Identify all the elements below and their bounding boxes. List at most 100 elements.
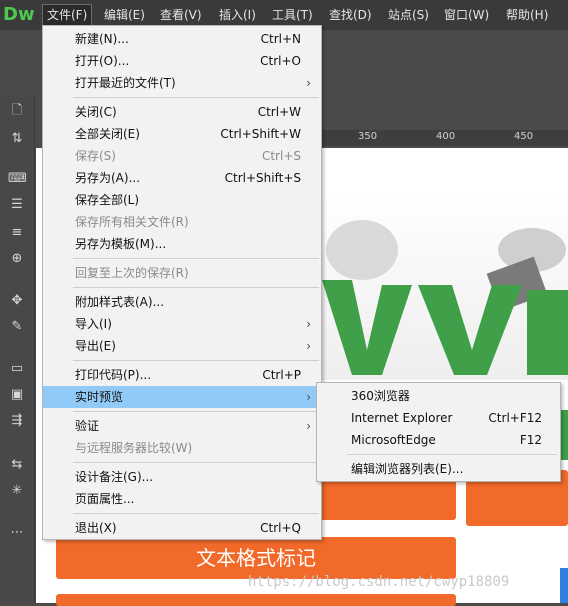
- menu-file[interactable]: 文件(F): [42, 4, 93, 26]
- ruler-tick: 350: [358, 131, 378, 142]
- menu-item-export[interactable]: 导出(E) ›: [43, 335, 321, 357]
- menu-item-compare-remote[interactable]: 与远程服务器比较(W): [43, 437, 321, 459]
- submenu-item-shortcut: Ctrl+F12: [488, 411, 542, 425]
- menu-item-label: 回复至上次的保存(R): [75, 266, 189, 280]
- menu-separator: [73, 411, 319, 412]
- menu-edit[interactable]: 编辑(E): [104, 5, 145, 25]
- preview-browser-submenu: 360浏览器 Internet Explorer Ctrl+F12 Micros…: [316, 382, 561, 482]
- menu-item-save-all[interactable]: 保存全部(L): [43, 189, 321, 211]
- menu-item-design-notes[interactable]: 设计备注(G)...: [43, 466, 321, 488]
- menu-item-label: 另存为(A)...: [75, 171, 141, 185]
- watermark: https://blog.csdn.net/cwyp18809: [248, 574, 510, 590]
- asterisk-icon[interactable]: ✳: [8, 482, 26, 500]
- menu-item-label: 保存所有相关文件(R): [75, 215, 189, 229]
- menu-item-attach-stylesheet[interactable]: 附加样式表(A)...: [43, 291, 321, 313]
- menu-item-open[interactable]: 打开(O)... Ctrl+O: [43, 50, 321, 72]
- menu-separator: [347, 454, 557, 455]
- submenu-item-label: 编辑浏览器列表(E)...: [351, 462, 464, 476]
- menu-item-validate[interactable]: 验证 ›: [43, 415, 321, 437]
- menu-item-shortcut: Ctrl+Shift+W: [220, 127, 301, 141]
- menu-item-label: 保存全部(L): [75, 193, 140, 207]
- menu-item-new[interactable]: 新建(N)... Ctrl+N: [43, 28, 321, 50]
- menu-item-page-properties[interactable]: 页面属性...: [43, 488, 321, 510]
- menu-item-shortcut: Ctrl+P: [262, 368, 301, 382]
- menu-find[interactable]: 查找(D): [329, 5, 372, 25]
- menu-item-shortcut: Ctrl+Shift+S: [224, 171, 301, 185]
- menu-help[interactable]: 帮助(H): [506, 5, 548, 25]
- submenu-arrow-icon: ›: [306, 76, 311, 90]
- menu-item-label: 关闭(C): [75, 105, 117, 119]
- menu-item-save-all-related[interactable]: 保存所有相关文件(R): [43, 211, 321, 233]
- submenu-item-internet-explorer[interactable]: Internet Explorer Ctrl+F12: [317, 407, 560, 429]
- submenu-arrow-icon: ›: [306, 390, 311, 404]
- orange-button-block: [56, 594, 456, 606]
- menu-item-label: 打开(O)...: [75, 54, 130, 68]
- submenu-arrow-icon: ›: [306, 317, 311, 331]
- menu-item-label: 打印代码(P)...: [75, 368, 152, 382]
- snippet-icon[interactable]: ▣: [8, 386, 26, 404]
- menu-item-label: 退出(X): [75, 521, 117, 535]
- menu-separator: [73, 258, 319, 259]
- menu-separator: [73, 287, 319, 288]
- menu-item-revert[interactable]: 回复至上次的保存(R): [43, 262, 321, 284]
- menu-item-label: 附加样式表(A)...: [75, 295, 165, 309]
- brush-icon[interactable]: ✎: [8, 318, 26, 336]
- menu-item-label: 全部关闭(E): [75, 127, 140, 141]
- submenu-item-label: 360浏览器: [351, 389, 410, 403]
- submenu-item-edit-browser-list[interactable]: 编辑浏览器列表(E)...: [317, 458, 560, 480]
- menu-separator: [73, 360, 319, 361]
- file-icon[interactable]: 🗋: [8, 102, 26, 120]
- menu-item-label: 导出(E): [75, 339, 116, 353]
- submenu-item-label: MicrosoftEdge: [351, 433, 436, 447]
- menu-item-label: 另存为模板(M)...: [75, 237, 167, 251]
- menu-item-label: 保存(S): [75, 149, 116, 163]
- menu-item-shortcut: Ctrl+Q: [260, 521, 301, 535]
- menu-view[interactable]: 查看(V): [160, 5, 202, 25]
- dreamweaver-logo: Dw: [3, 4, 35, 25]
- we-3d-figures-image: [322, 220, 568, 375]
- menu-item-label: 设计备注(G)...: [75, 470, 154, 484]
- indent-icon[interactable]: ≡: [8, 224, 26, 242]
- menu-item-save-as[interactable]: 另存为(A)... Ctrl+Shift+S: [43, 167, 321, 189]
- code-view-icon[interactable]: ⌨: [8, 170, 27, 188]
- submenu-item-label: Internet Explorer: [351, 411, 453, 425]
- hero-image: [322, 190, 568, 380]
- menu-item-open-recent[interactable]: 打开最近的文件(T) ›: [43, 72, 321, 94]
- align-icon[interactable]: ⇶: [8, 412, 26, 430]
- menu-item-print-code[interactable]: 打印代码(P)... Ctrl+P: [43, 364, 321, 386]
- menu-separator: [73, 97, 319, 98]
- crosshair-icon[interactable]: ⊕: [8, 250, 26, 268]
- menu-item-realtime-preview[interactable]: 实时预览 ›: [43, 386, 321, 408]
- menu-item-close-all[interactable]: 全部关闭(E) Ctrl+Shift+W: [43, 123, 321, 145]
- menu-tools[interactable]: 工具(T): [272, 5, 313, 25]
- blue-edge-block: [560, 568, 568, 603]
- menu-item-save[interactable]: 保存(S) Ctrl+S: [43, 145, 321, 167]
- more-icon[interactable]: ⋯: [8, 524, 26, 542]
- format-icon[interactable]: ⇆: [8, 456, 26, 474]
- horizontal-ruler: 350 400 450: [322, 130, 568, 146]
- sort-icon[interactable]: ⇅: [8, 130, 26, 148]
- menu-item-label: 新建(N)...: [75, 32, 129, 46]
- document-list-icon[interactable]: ☰: [8, 196, 26, 214]
- move-icon[interactable]: ✥: [8, 292, 26, 310]
- menu-window[interactable]: 窗口(W): [444, 5, 489, 25]
- file-menu-dropdown: 新建(N)... Ctrl+N 打开(O)... Ctrl+O 打开最近的文件(…: [42, 25, 322, 540]
- submenu-item-microsoft-edge[interactable]: MicrosoftEdge F12: [317, 429, 560, 451]
- menu-item-shortcut: Ctrl+O: [260, 54, 301, 68]
- submenu-arrow-icon: ›: [306, 419, 311, 433]
- menu-item-exit[interactable]: 退出(X) Ctrl+Q: [43, 517, 321, 539]
- comment-icon[interactable]: ▭: [8, 360, 26, 378]
- menu-separator: [73, 462, 319, 463]
- menu-insert[interactable]: 插入(I): [219, 5, 256, 25]
- menu-item-label: 验证: [75, 419, 100, 433]
- menu-item-shortcut: Ctrl+N: [260, 32, 301, 46]
- menu-site[interactable]: 站点(S): [388, 5, 429, 25]
- submenu-item-360-browser[interactable]: 360浏览器: [317, 385, 560, 407]
- menu-item-import[interactable]: 导入(I) ›: [43, 313, 321, 335]
- menu-item-close[interactable]: 关闭(C) Ctrl+W: [43, 101, 321, 123]
- menu-separator: [73, 513, 319, 514]
- text-format-button[interactable]: 文本格式标记: [56, 537, 456, 579]
- menu-item-save-as-template[interactable]: 另存为模板(M)...: [43, 233, 321, 255]
- menu-item-label: 打开最近的文件(T): [75, 76, 176, 90]
- ruler-tick: 450: [514, 131, 534, 142]
